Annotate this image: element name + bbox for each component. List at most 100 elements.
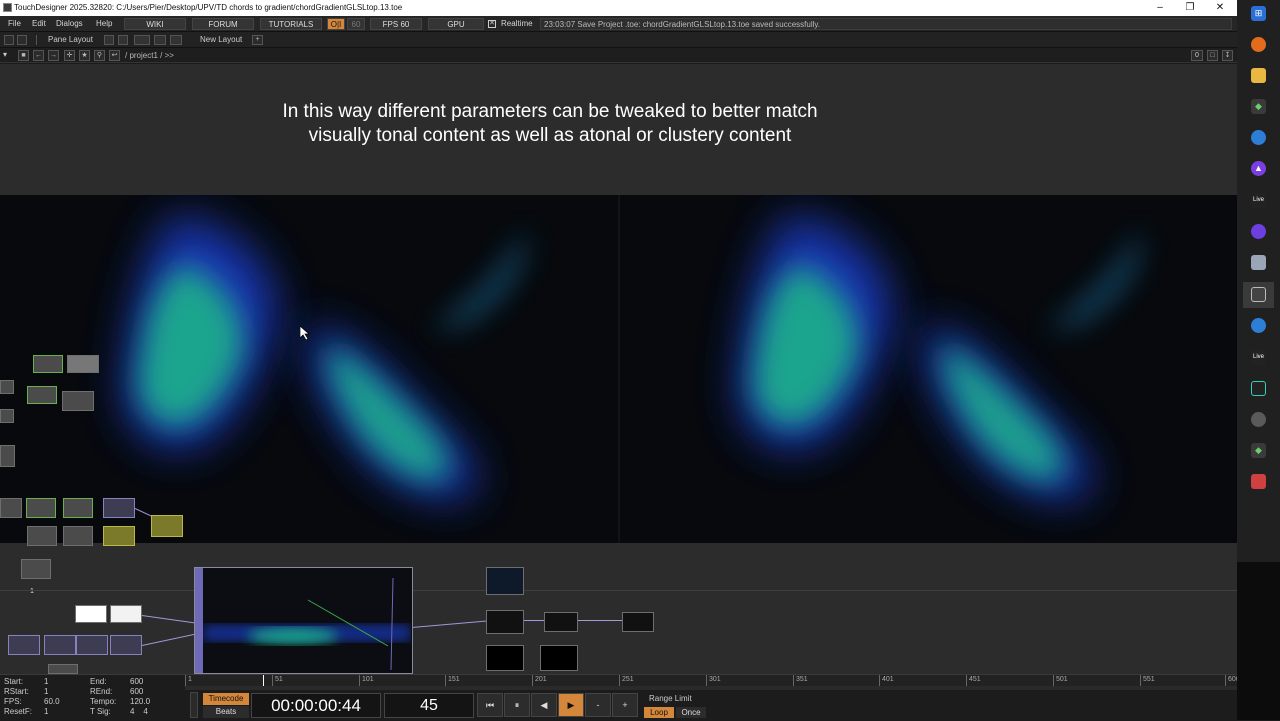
operator-node[interactable]: [0, 409, 14, 423]
operator-node[interactable]: [544, 612, 578, 632]
pane-icon-2[interactable]: [17, 35, 27, 45]
tempo-value[interactable]: 120.0: [130, 697, 150, 706]
network-path[interactable]: / project1 / >>: [125, 48, 174, 63]
app-icon[interactable]: [1251, 412, 1266, 427]
menu-file[interactable]: File: [4, 16, 25, 32]
app-icon[interactable]: ◆: [1251, 443, 1266, 458]
app-icon[interactable]: [1251, 474, 1266, 489]
stop-icon[interactable]: ■: [18, 50, 29, 61]
fps-value[interactable]: 60.0: [44, 697, 60, 706]
operator-node[interactable]: [67, 355, 99, 373]
gpu-button[interactable]: GPU: [428, 18, 484, 30]
app-icon[interactable]: [1251, 255, 1266, 270]
operator-node[interactable]: [27, 386, 57, 404]
windows-start-icon[interactable]: ⊞: [1251, 6, 1266, 21]
glsl-top-viewer-node[interactable]: [194, 567, 413, 674]
minimize-button[interactable]: –: [1145, 0, 1175, 16]
step-plus-button[interactable]: +: [612, 693, 638, 717]
layout-split-1[interactable]: [104, 35, 114, 45]
operator-node[interactable]: [27, 526, 57, 546]
operator-node[interactable]: [0, 498, 22, 518]
maximize-pane-icon[interactable]: □: [1207, 50, 1218, 61]
operator-node[interactable]: [21, 559, 51, 579]
end-value[interactable]: 600: [130, 677, 143, 686]
app-icon[interactable]: [1251, 318, 1266, 333]
operator-node[interactable]: [622, 612, 654, 632]
file-explorer-icon[interactable]: [1251, 68, 1266, 83]
pane-layout-label[interactable]: Pane Layout: [48, 32, 93, 47]
search-icon[interactable]: ⚲: [94, 50, 105, 61]
layout-split-4[interactable]: [154, 35, 166, 45]
rstart-value[interactable]: 1: [44, 687, 48, 696]
ableton-live-icon[interactable]: Live: [1251, 193, 1266, 208]
layout-split-5[interactable]: [170, 35, 182, 45]
forum-button[interactable]: FORUM: [192, 18, 254, 30]
touchdesigner-icon[interactable]: [1251, 287, 1266, 302]
sixty-toggle[interactable]: 60: [347, 18, 365, 30]
timeline-ruler[interactable]: 1 51 101 151 201 251 301 351 401 451 501 551 600: [185, 675, 1240, 686]
new-layout-label[interactable]: New Layout: [200, 32, 242, 47]
operator-node[interactable]: [540, 645, 578, 671]
app-icon[interactable]: ▲: [1251, 161, 1266, 176]
operator-node[interactable]: [151, 515, 183, 537]
timecode-display[interactable]: 00:00:00:44: [251, 693, 381, 718]
operator-node[interactable]: [0, 445, 15, 467]
operator-node[interactable]: [8, 635, 40, 655]
menu-help[interactable]: Help: [92, 16, 116, 32]
menu-edit[interactable]: Edit: [28, 16, 50, 32]
beats-toggle[interactable]: Beats: [203, 706, 249, 718]
step-minus-button[interactable]: -: [585, 693, 611, 717]
split-pane-icon[interactable]: ↧: [1222, 50, 1233, 61]
operator-node[interactable]: [103, 498, 135, 518]
network-editor[interactable]: In this way different parameters can be …: [0, 64, 1237, 674]
layout-split-3[interactable]: [134, 35, 150, 45]
star-icon[interactable]: ★: [79, 50, 90, 61]
app-icon[interactable]: [1251, 381, 1266, 396]
range-bar[interactable]: [185, 686, 1237, 690]
app-icon[interactable]: ◆: [1251, 99, 1266, 114]
tsig-value[interactable]: 4 4: [130, 707, 148, 716]
operator-node[interactable]: [110, 605, 142, 623]
operator-node[interactable]: [486, 610, 524, 634]
oi-toggle[interactable]: O|I: [327, 18, 345, 30]
operator-node[interactable]: [75, 605, 107, 623]
realtime-checkbox[interactable]: ✕: [488, 20, 496, 28]
parent-network-icon[interactable]: ↩: [109, 50, 120, 61]
operator-node[interactable]: [0, 380, 14, 394]
pane-icon-1[interactable]: [4, 35, 14, 45]
operator-node[interactable]: [110, 635, 142, 655]
menu-dialogs[interactable]: Dialogs: [52, 16, 87, 32]
timecode-toggle[interactable]: Timecode: [203, 693, 249, 705]
ableton-live-icon[interactable]: Live: [1251, 350, 1266, 365]
operator-node[interactable]: [48, 664, 78, 674]
operator-node[interactable]: [44, 635, 76, 655]
rewind-button[interactable]: ⏮: [477, 693, 503, 717]
rend-value[interactable]: 600: [130, 687, 143, 696]
firefox-icon[interactable]: [1251, 37, 1266, 52]
chevron-down-icon[interactable]: ▾: [3, 51, 7, 59]
frame-display[interactable]: 45: [384, 693, 474, 718]
operator-node[interactable]: [103, 526, 135, 546]
operator-node[interactable]: [26, 498, 56, 518]
tutorials-button[interactable]: TUTORIALS: [260, 18, 322, 30]
forward-icon[interactable]: →: [48, 50, 59, 61]
operator-node[interactable]: [63, 526, 93, 546]
restore-button[interactable]: ❐: [1175, 0, 1205, 16]
once-toggle[interactable]: Once: [676, 707, 706, 718]
preview-node[interactable]: [486, 567, 524, 595]
loop-toggle[interactable]: Loop: [644, 707, 674, 718]
playhead[interactable]: [263, 675, 264, 686]
app-icon[interactable]: [1251, 130, 1266, 145]
operator-node[interactable]: [63, 498, 93, 518]
resetf-value[interactable]: 1: [44, 707, 48, 716]
start-value[interactable]: 1: [44, 677, 48, 686]
operator-node[interactable]: [33, 355, 63, 373]
step-back-button[interactable]: ◀: [531, 693, 557, 717]
timeline-collapse[interactable]: [190, 692, 198, 718]
close-button[interactable]: ✕: [1205, 0, 1235, 16]
wiki-button[interactable]: WIKI: [124, 18, 186, 30]
operator-node[interactable]: [62, 391, 94, 411]
operator-node[interactable]: [76, 635, 108, 655]
app-icon[interactable]: [1251, 224, 1266, 239]
play-button[interactable]: ▶: [558, 693, 584, 717]
